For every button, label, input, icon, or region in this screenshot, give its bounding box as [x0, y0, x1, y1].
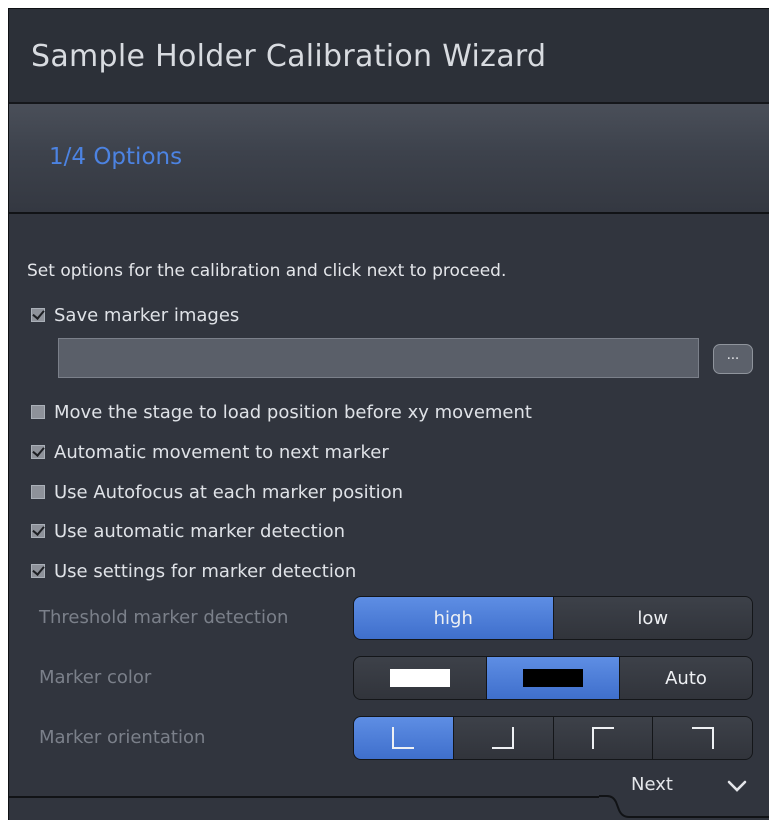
checkbox-box[interactable] [31, 524, 45, 538]
checkbox-label: Save marker images [54, 304, 240, 326]
black-swatch [523, 669, 583, 687]
next-button[interactable]: Next [631, 774, 673, 795]
orientation-bottom-right-option[interactable] [452, 717, 553, 759]
color-black-option[interactable] [486, 657, 619, 699]
marker-orientation-toggle [353, 716, 753, 760]
save-marker-images-checkbox[interactable]: Save marker images [31, 304, 239, 326]
corner-top-right-icon [691, 727, 714, 749]
checkbox-box[interactable] [31, 564, 45, 578]
load-position-checkbox[interactable]: Move the stage to load position before x… [31, 401, 532, 423]
checkbox-label: Use Autofocus at each marker position [54, 481, 404, 503]
color-white-option[interactable] [354, 657, 486, 699]
corner-bottom-left-icon [392, 727, 415, 749]
corner-bottom-right-icon [492, 727, 515, 749]
footer-divider [9, 796, 599, 798]
marker-color-toggle: Auto [353, 656, 753, 700]
browse-button[interactable]: ... [713, 344, 753, 374]
threshold-toggle: high low [353, 596, 753, 640]
threshold-high-option[interactable]: high [354, 597, 553, 639]
options-panel: Set options for the calibration and clic… [9, 214, 769, 804]
checkbox-box[interactable] [31, 445, 45, 459]
window-title: Sample Holder Calibration Wizard [31, 39, 547, 74]
auto-detection-checkbox[interactable]: Use automatic marker detection [31, 520, 345, 542]
color-auto-option[interactable]: Auto [619, 657, 752, 699]
orientation-top-right-option[interactable] [652, 717, 752, 759]
checkbox-label: Use settings for marker detection [54, 560, 357, 582]
next-tab[interactable] [599, 769, 769, 821]
auto-movement-checkbox[interactable]: Automatic movement to next marker [31, 441, 389, 463]
instruction-text: Set options for the calibration and clic… [27, 261, 507, 281]
marker-color-label: Marker color [39, 667, 152, 688]
autofocus-checkbox[interactable]: Use Autofocus at each marker position [31, 481, 403, 503]
white-swatch [390, 669, 450, 687]
checkbox-label: Use automatic marker detection [54, 520, 346, 542]
chevron-down-icon[interactable] [727, 779, 747, 793]
checkbox-label: Automatic movement to next marker [54, 441, 389, 463]
save-path-input[interactable] [58, 338, 699, 378]
checkbox-box[interactable] [31, 308, 45, 322]
threshold-label: Threshold marker detection [39, 607, 289, 628]
orientation-top-left-option[interactable] [552, 717, 653, 759]
title-bar: Sample Holder Calibration Wizard [9, 9, 769, 104]
detection-settings-checkbox[interactable]: Use settings for marker detection [31, 560, 356, 582]
step-header[interactable]: 1/4 Options [9, 104, 769, 214]
threshold-low-option[interactable]: low [552, 597, 752, 639]
checkbox-label: Move the stage to load position before x… [54, 401, 532, 423]
checkbox-box[interactable] [31, 405, 45, 419]
checkbox-box[interactable] [31, 485, 45, 499]
marker-orientation-label: Marker orientation [39, 727, 206, 748]
step-title: 1/4 Options [49, 144, 183, 170]
orientation-bottom-left-option[interactable] [354, 717, 453, 759]
wizard-window: Sample Holder Calibration Wizard 1/4 Opt… [8, 8, 769, 820]
corner-top-left-icon [591, 727, 614, 749]
